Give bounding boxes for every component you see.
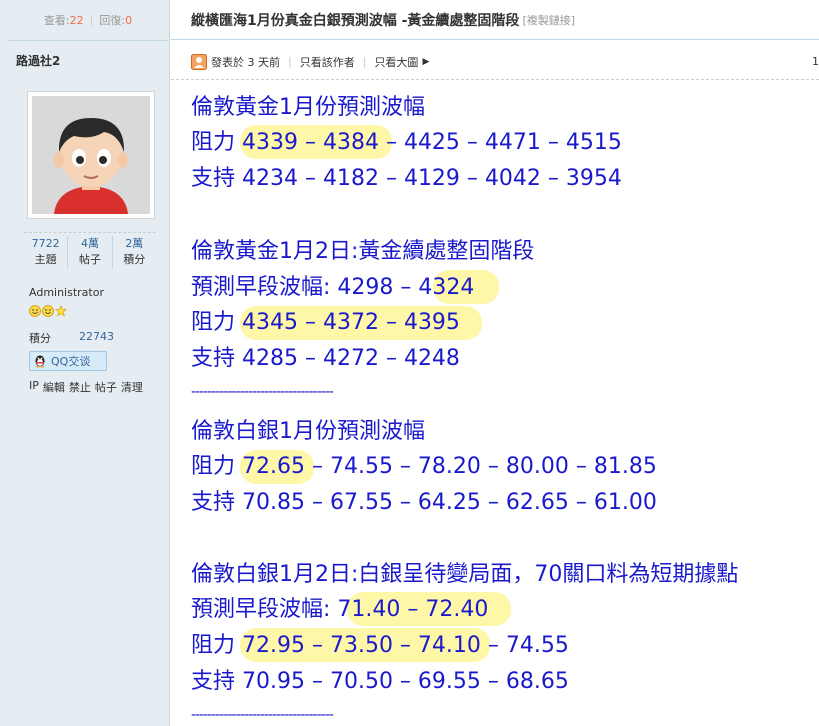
stat-label: 積分 (123, 253, 146, 266)
copy-link-button[interactable]: [複製鏈接] (522, 12, 575, 28)
stat-topics[interactable]: 7722 主題 (24, 236, 67, 268)
large-image-link[interactable]: 只看大圖 (374, 54, 418, 70)
profile-stats: 7722 主題 4萬 帖子 2萬 積分 (24, 232, 156, 268)
thread-header: 縱橫匯海1月份真金白銀預測波幅 -黃金續處整固階段 [複製鏈接] (171, 0, 819, 40)
stat-value: 4萬 (80, 237, 99, 250)
admin-posts-link[interactable]: 帖子 (95, 379, 117, 395)
info-separator: | (362, 55, 367, 68)
post-line: 倫敦白銀1月份預測波幅 (191, 419, 425, 444)
views-label: 查看: (43, 14, 70, 27)
stats-separator: | (89, 13, 94, 27)
post-line: 支持 4234 – 4182 – 4129 – 4042 – 3954 (191, 166, 622, 191)
replies-count: 0 (125, 13, 133, 27)
info-separator: | (288, 55, 292, 68)
post-line: 阻力 72.95 – 73.50 – 74.10 – 74.55 (191, 633, 569, 658)
stat-credits[interactable]: 2萬 積分 (111, 236, 156, 268)
post-line: 預測早段波幅: 4298 – 4324 (191, 275, 475, 300)
qq-chat-button[interactable]: QQ交谈 (29, 351, 107, 371)
smiley-icon (29, 305, 41, 317)
thread-stats: 查看: 22 | 回復: 0 (8, 0, 168, 40)
admin-ip-link[interactable]: IP (29, 379, 39, 395)
thread-title: 縱橫匯海1月份真金白銀預測波幅 -黃金續處整固階段 (191, 12, 520, 29)
post-line: 支持 4285 – 4272 – 4248 (191, 346, 460, 371)
admin-ban-link[interactable]: 禁止 (69, 379, 91, 395)
post-line: 阻力 4345 – 4372 – 4395 (191, 310, 460, 335)
points-label: 積分 (29, 332, 51, 345)
stat-label: 主題 (34, 253, 57, 266)
qq-label: QQ交谈 (51, 355, 91, 368)
stat-value: 7722 (31, 237, 60, 250)
user-icon (191, 53, 207, 70)
floor-number[interactable]: 1 (812, 55, 819, 68)
replies-label: 回復: (99, 14, 126, 27)
post-line: 阻力 4339 – 4384 – 4425 – 4471 – 4515 (191, 130, 622, 155)
post-line: 倫敦黃金1月份預測波幅 (191, 95, 425, 120)
qq-penguin-icon (35, 355, 45, 368)
admin-edit-link[interactable]: 編輯 (43, 379, 65, 395)
smiley-icon (42, 305, 54, 317)
triangle-right-icon[interactable]: ▶ (422, 57, 429, 67)
points: 積分 22743 (29, 330, 114, 346)
admin-links: IP 編輯 禁止 帖子 清理 (29, 379, 143, 395)
post-line: 倫敦黃金1月2日:黃金續處整固階段 (191, 239, 535, 264)
post-line: 倫敦白銀1月2日:白銀呈待變局面，70關口料為短期據點 (191, 562, 739, 587)
author-only-link[interactable]: 只看該作者 (300, 54, 355, 70)
user-group[interactable]: Administrator (29, 286, 104, 299)
avatar-icon (32, 96, 150, 214)
post-line: 支持 70.95 – 70.50 – 69.55 – 68.65 (191, 669, 569, 694)
author-name[interactable]: 路過社2 (16, 52, 60, 69)
post-line: 預測早段波幅: 71.40 – 72.40 (191, 597, 489, 622)
divider-line: ----------------------------------- (191, 707, 334, 723)
views-count: 22 (69, 13, 84, 27)
avatar[interactable] (27, 91, 155, 219)
post-line: 阻力 72.65 – 74.55 – 78.20 – 80.00 – 81.85 (191, 454, 657, 479)
admin-clean-link[interactable]: 清理 (121, 379, 143, 395)
stat-label: 帖子 (78, 253, 101, 266)
star-icon (55, 305, 67, 317)
post-time: 發表於 3 天前 (211, 55, 280, 69)
post-line: 支持 70.85 – 67.55 – 64.25 – 62.65 – 61.00 (191, 490, 657, 515)
points-value: 22743 (79, 330, 114, 343)
stat-posts[interactable]: 4萬 帖子 (67, 236, 111, 268)
medals (29, 305, 67, 317)
post-content: 倫敦黃金1月份預測波幅 阻力 4339 – 4384 – 4425 – 4471… (191, 88, 819, 726)
stat-value: 2萬 (125, 237, 144, 250)
divider-line: ----------------------------------- (191, 384, 334, 400)
post-info-bar: 發表於 3 天前 | 只看該作者 | 只看大圖 ▶ 1 (171, 44, 819, 80)
